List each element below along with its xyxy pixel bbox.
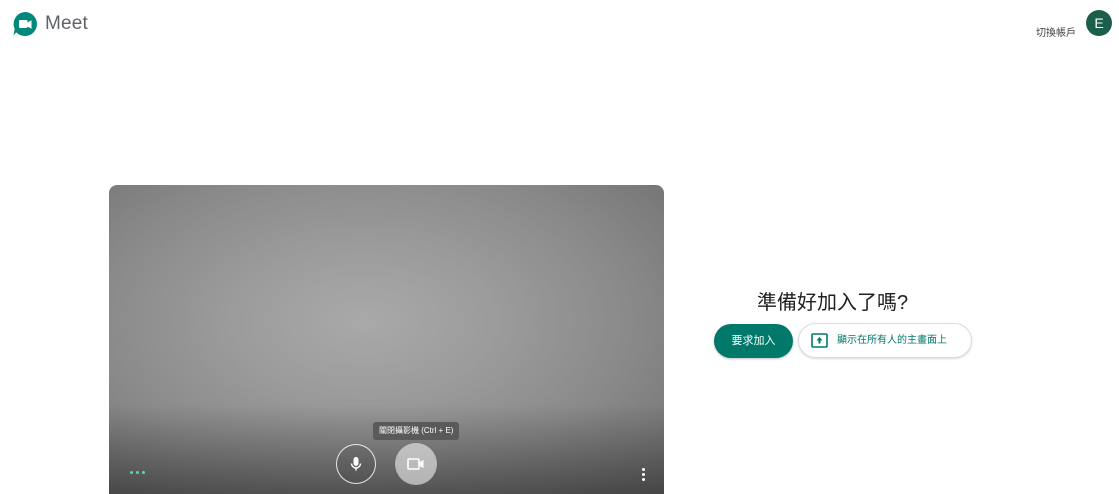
meet-lobby-page: Meet 切換帳戶 E 關閉攝影機 (Ctrl + E) 準備好加入了嗎? 要求… xyxy=(0,0,1119,494)
switch-account-link[interactable]: 切換帳戶 xyxy=(1036,24,1076,39)
avatar[interactable]: E xyxy=(1086,10,1112,36)
microphone-icon xyxy=(350,457,362,471)
present-button-label: 顯示在所有人的主畫面上 xyxy=(837,335,947,346)
camera-tooltip: 關閉攝影機 (Ctrl + E) xyxy=(373,422,460,440)
present-screen-icon xyxy=(811,333,828,348)
app-name: Meet xyxy=(45,13,89,34)
camera-toggle-button[interactable] xyxy=(395,443,437,485)
more-options-dots-icon[interactable] xyxy=(130,467,146,477)
meet-logo-icon xyxy=(13,12,37,36)
ready-to-join-title: 準備好加入了嗎? xyxy=(757,292,909,314)
camera-preview: 關閉攝影機 (Ctrl + E) xyxy=(109,185,664,494)
microphone-button[interactable] xyxy=(336,444,376,484)
preview-bottom-shade xyxy=(109,404,664,494)
present-button[interactable]: 顯示在所有人的主畫面上 xyxy=(798,323,972,358)
kebab-menu-icon[interactable] xyxy=(639,468,647,482)
ask-to-join-button[interactable]: 要求加入 xyxy=(714,324,793,358)
camera-icon xyxy=(407,458,424,470)
